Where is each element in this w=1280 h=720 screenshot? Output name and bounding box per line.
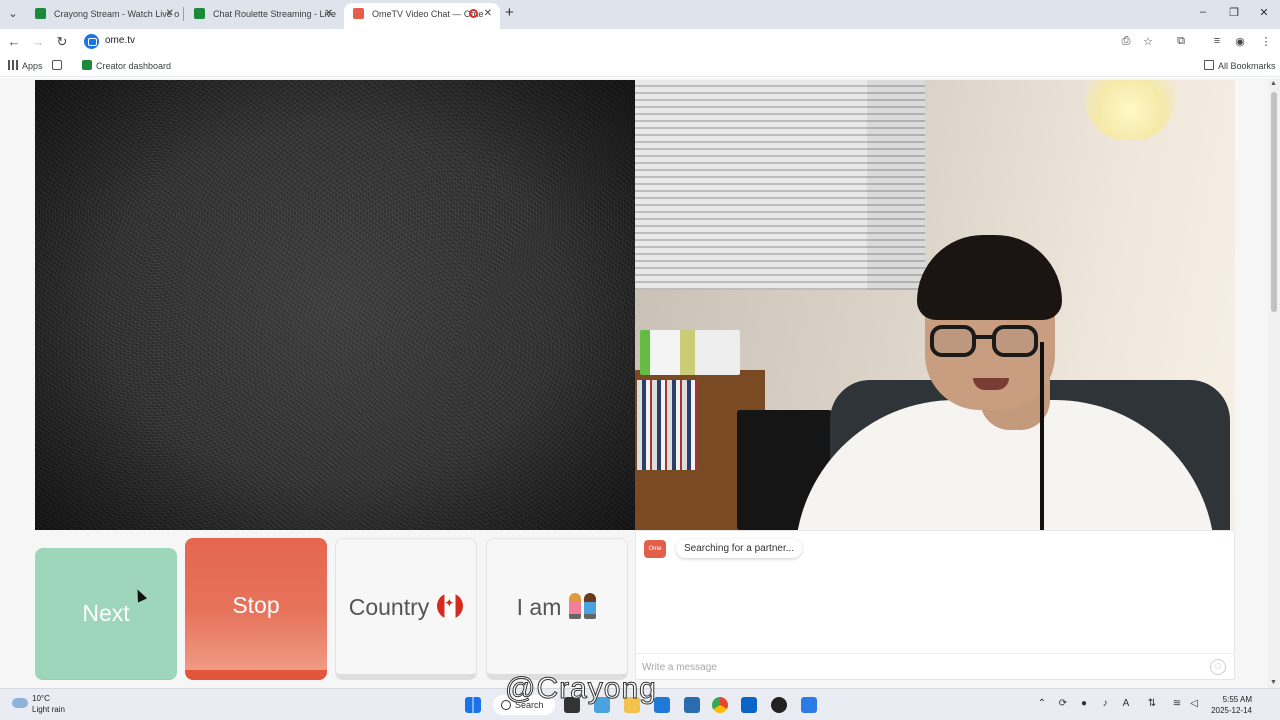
- country-button[interactable]: Country: [335, 538, 477, 680]
- tray-sync-icon[interactable]: ⟳: [1056, 698, 1070, 709]
- microphone-icon[interactable]: ♪: [1098, 698, 1112, 709]
- obs-icon[interactable]: [771, 697, 787, 713]
- tab-ometv[interactable]: OmeTV Video Chat — Ome ✕: [344, 3, 500, 29]
- canada-flag-icon: [437, 593, 464, 619]
- taskbar-clock[interactable]: 5:55 AM 2025-12-14: [1208, 694, 1252, 716]
- tab-title: OmeTV Video Chat — Ome: [372, 9, 484, 19]
- tray-app-icon[interactable]: ●: [1077, 698, 1091, 709]
- emoji-smiley-icon[interactable]: ☺: [1210, 659, 1226, 675]
- tab-title: Crayong Stream - Watch Live o: [54, 9, 180, 19]
- forward-icon[interactable]: →: [30, 34, 46, 49]
- tab-chat-roulette[interactable]: Chat Roulette Streaming - Live ✕: [185, 3, 341, 25]
- grid-icon: [52, 60, 62, 70]
- tab-title: Chat Roulette Streaming - Live: [213, 9, 337, 19]
- weather-widget[interactable]: 10°C Light rain: [12, 693, 65, 715]
- gender-button-content: I am: [487, 593, 627, 621]
- next-button[interactable]: Next: [35, 548, 177, 680]
- extensions-icon[interactable]: ⧉: [1174, 35, 1188, 48]
- ometv-logo-icon: Ome TV: [644, 540, 666, 570]
- webcam-person-glasses: [930, 325, 1045, 359]
- scroll-down-arrow-icon[interactable]: ▼: [1270, 679, 1277, 686]
- address-bar[interactable]: ome.tv: [80, 31, 1172, 53]
- minimize-icon[interactable]: –: [1196, 6, 1210, 18]
- bookmark-star-icon[interactable]: ☆: [1141, 35, 1155, 48]
- gender-button-label: I am: [516, 594, 562, 620]
- clock-time: 5:55 AM: [1222, 695, 1252, 704]
- webcam-blinds-shadow: [867, 80, 925, 290]
- weather-desc: Light rain: [32, 705, 65, 714]
- clock-date: 2025-12-14: [1211, 706, 1252, 715]
- install-app-icon[interactable]: ⎙: [1119, 35, 1133, 48]
- kick-favicon-icon: [35, 8, 46, 19]
- scroll-up-arrow-icon[interactable]: ▲: [1270, 80, 1277, 87]
- video-vignette: [35, 80, 635, 530]
- bookmarks-bar: Apps Creator dashboard All Bookmarks: [0, 55, 1280, 77]
- reload-icon[interactable]: ↻: [54, 34, 70, 50]
- tray-overflow-chevron-icon[interactable]: ⌃: [1035, 698, 1049, 709]
- scrollbar-thumb[interactable]: [1271, 92, 1277, 312]
- next-button-label: Next: [82, 600, 130, 626]
- tab-separator: [183, 7, 184, 21]
- ometv-page: Next Stop Country I am Ome TV Searching …: [0, 78, 1280, 688]
- wifi-icon[interactable]: ≋: [1170, 698, 1184, 709]
- country-button-label: Country: [348, 594, 430, 620]
- network-icon[interactable]: ⇅: [1145, 698, 1159, 709]
- windows-start-icon[interactable]: [465, 697, 481, 713]
- kick-favicon-icon: [82, 60, 92, 70]
- close-window-icon[interactable]: ✕: [1257, 6, 1271, 19]
- self-webcam-video: [635, 80, 1235, 530]
- bookmark-apps[interactable]: Apps: [8, 60, 43, 71]
- tab-search-chevron-icon[interactable]: ⌄: [4, 5, 22, 23]
- bookmark-creator-dashboard[interactable]: Creator dashboard: [82, 60, 171, 71]
- browser-toolbar: ← → ↻ ome.tv ⎙ ☆ ⧉ ≡ ◉ ⋮: [0, 29, 1280, 55]
- chrome-icon[interactable]: [712, 697, 728, 713]
- url-text: ome.tv: [105, 35, 136, 46]
- chat-panel: Ome TV Searching for a partner... ☺: [635, 530, 1235, 680]
- tab-groups-icon[interactable]: [52, 60, 66, 71]
- notepad-icon[interactable]: [801, 697, 817, 713]
- bookmark-label: Creator dashboard: [96, 61, 172, 71]
- close-tab-icon[interactable]: ✕: [325, 3, 333, 25]
- couple-emoji-icon: [569, 593, 597, 619]
- tab-strip: ⌄ Crayong Stream - Watch Live o ✕ Chat R…: [0, 0, 1280, 29]
- stop-button-label: Stop: [232, 592, 280, 618]
- message-input[interactable]: [642, 659, 1202, 675]
- back-icon[interactable]: ←: [6, 34, 22, 49]
- new-tab-icon[interactable]: +: [505, 4, 521, 22]
- chat-input-bar: ☺: [636, 653, 1234, 679]
- stop-button[interactable]: Stop: [185, 538, 327, 680]
- apps-grid-icon: [8, 60, 18, 70]
- all-bookmarks[interactable]: All Bookmarks: [1204, 60, 1276, 71]
- restore-icon[interactable]: ❐: [1227, 6, 1241, 19]
- country-button-content: Country: [336, 593, 476, 621]
- tab-crayong-stream[interactable]: Crayong Stream - Watch Live o ✕: [26, 3, 182, 25]
- kick-favicon-icon: [194, 8, 205, 19]
- stream-watermark: @Crayong: [505, 672, 657, 706]
- outlook-icon[interactable]: [741, 697, 757, 713]
- weather-temp: 10°C: [32, 694, 50, 703]
- profile-avatar-icon[interactable]: ◉: [1233, 35, 1247, 48]
- rain-cloud-icon: [12, 698, 28, 708]
- ometv-favicon-icon: [353, 8, 364, 19]
- menu-kebab-icon[interactable]: ⋮: [1259, 35, 1273, 48]
- input-language-icon[interactable]: A: [1119, 698, 1133, 709]
- webcam-shelf-items: [640, 330, 740, 375]
- volume-icon[interactable]: ◁: [1187, 698, 1201, 709]
- webcam-books: [637, 380, 697, 470]
- site-info-icon[interactable]: [84, 34, 99, 49]
- gender-button[interactable]: I am: [486, 538, 628, 680]
- close-tab-icon[interactable]: ✕: [166, 3, 174, 25]
- webcam-earphone-cable: [1040, 342, 1044, 530]
- partner-video-static: [35, 80, 635, 530]
- recording-indicator-icon: [469, 9, 478, 18]
- bookmark-label: Apps: [22, 61, 43, 71]
- store-icon[interactable]: [684, 697, 700, 713]
- chat-status-message: Searching for a partner...: [676, 539, 803, 558]
- folder-icon: [1204, 60, 1214, 70]
- media-controls-icon[interactable]: ≡: [1210, 35, 1224, 47]
- close-tab-icon[interactable]: ✕: [484, 3, 492, 25]
- bookmark-label: All Bookmarks: [1218, 61, 1276, 71]
- page-scrollbar[interactable]: ▲ ▼: [1268, 78, 1280, 688]
